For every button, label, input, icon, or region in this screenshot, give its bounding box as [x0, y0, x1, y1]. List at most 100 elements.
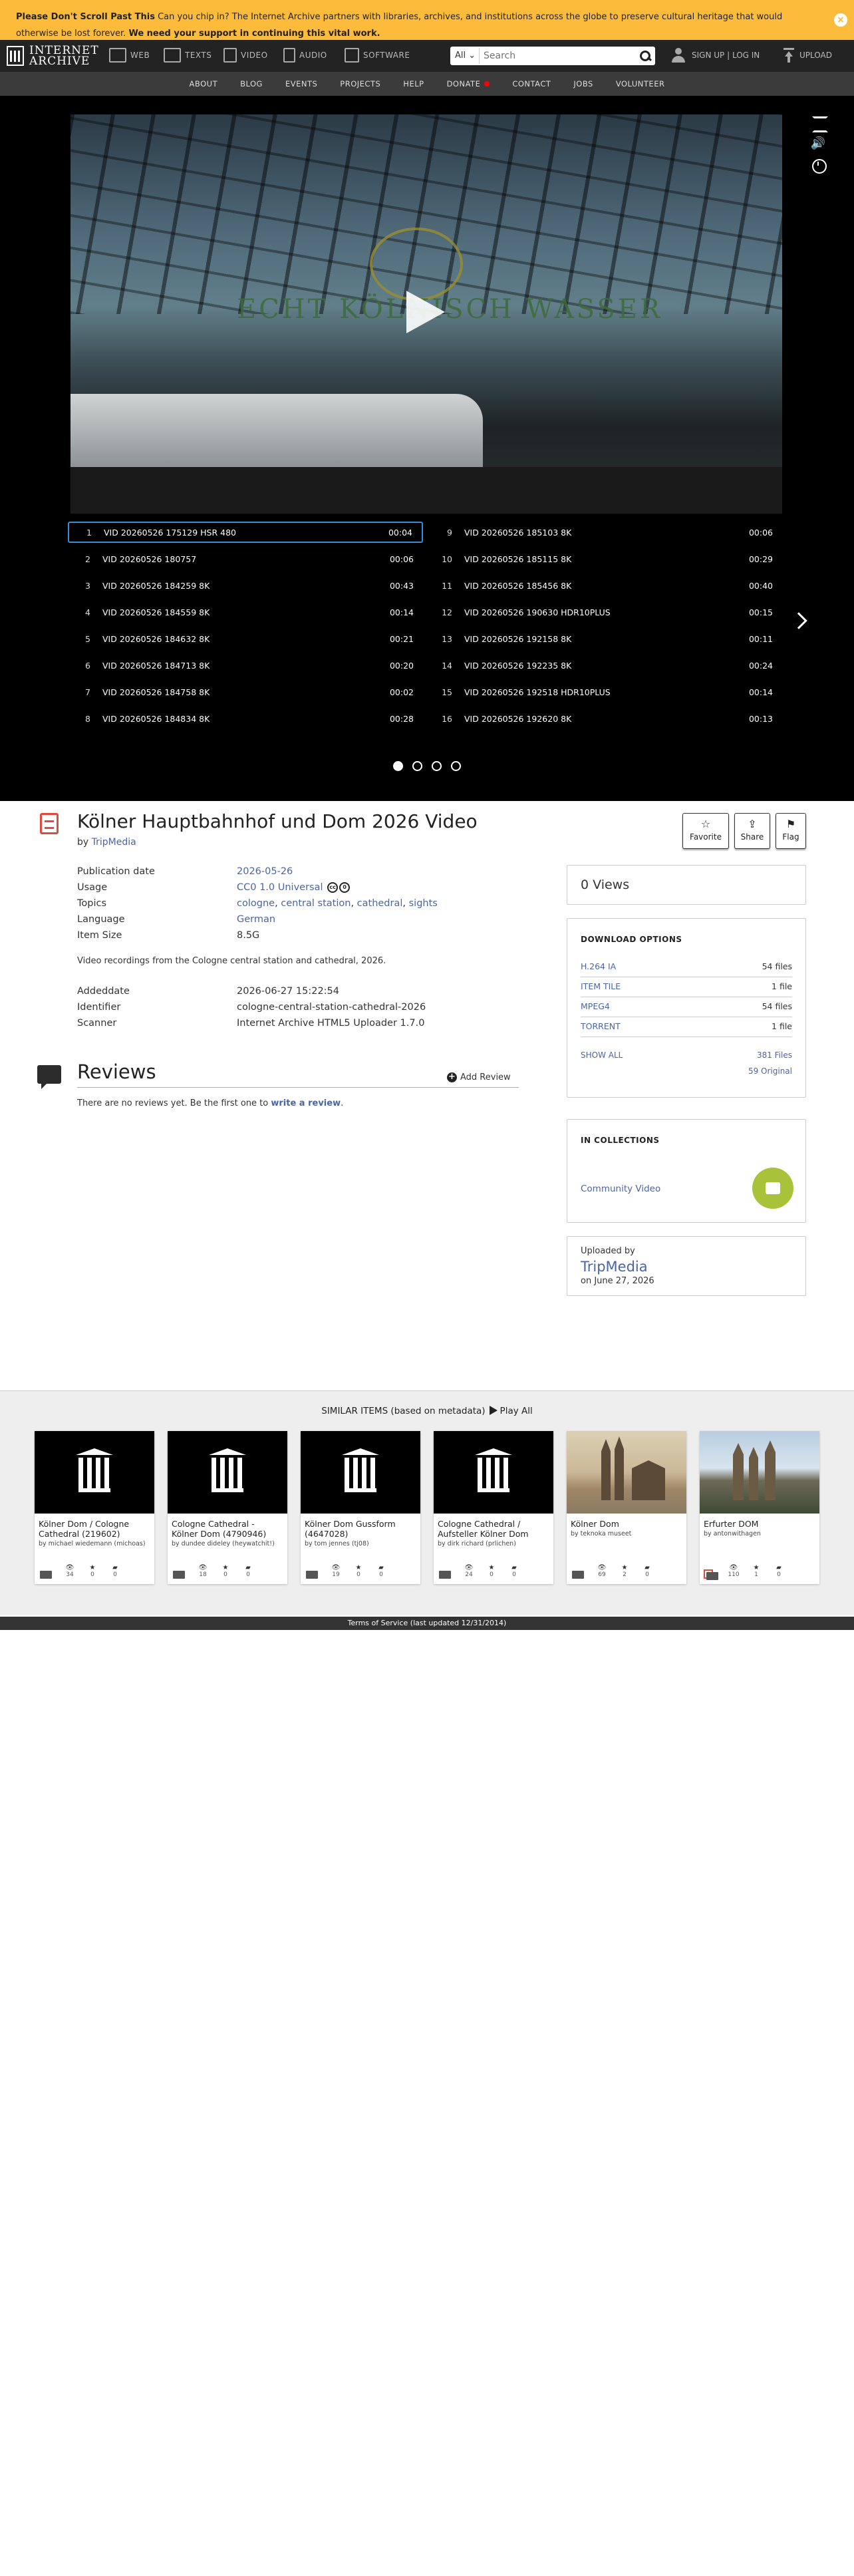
- timestamp-icon[interactable]: [810, 157, 827, 174]
- similar-item-card[interactable]: Cologne Cathedral - Kölner Dom (4790946)…: [168, 1431, 287, 1584]
- subnav-about[interactable]: ABOUT: [178, 79, 229, 88]
- pager-dot[interactable]: [412, 761, 422, 771]
- subnav-volunteer[interactable]: VOLUNTEER: [605, 79, 676, 88]
- card-title: Kölner Dom / Cologne Cathedral (219602): [39, 1519, 130, 1539]
- similar-item-card[interactable]: Kölner Dom Gussform (4647028) by tom jenn…: [301, 1431, 420, 1584]
- similar-item-card[interactable]: Cologne Cathedral / Aufsteller Kölner Do…: [434, 1431, 553, 1584]
- volume-icon[interactable]: 🔊: [810, 136, 826, 152]
- original-files-link[interactable]: 59 Original: [748, 1066, 792, 1076]
- creator-link[interactable]: TripMedia: [92, 837, 136, 848]
- upload-icon: [783, 48, 794, 63]
- playlist-item[interactable]: 4 VID 20260526 184559 8K 00:14: [68, 601, 423, 623]
- search-input[interactable]: [480, 48, 638, 64]
- topic-link[interactable]: sights: [409, 898, 438, 909]
- views-value: 19: [332, 1571, 340, 1578]
- video-frame-platform: [71, 467, 782, 514]
- download-link[interactable]: MPEG4: [581, 997, 610, 1017]
- playlist-item-number: 7: [85, 687, 90, 697]
- nav-web[interactable]: WEB: [109, 48, 150, 63]
- topic-link[interactable]: cathedral: [357, 898, 403, 909]
- write-review-link[interactable]: write a review: [271, 1098, 341, 1108]
- license-link[interactable]: CC0 1.0 Universal: [237, 882, 323, 893]
- close-icon[interactable]: ×: [834, 13, 847, 27]
- footer-terms[interactable]: Terms of Service (last updated 12/31/201…: [0, 1617, 854, 1630]
- download-link[interactable]: TORRENT: [581, 1017, 621, 1037]
- playlist-item[interactable]: 10 VID 20260526 185115 8K 00:29: [430, 548, 782, 569]
- download-count: 54 files: [762, 961, 792, 971]
- subnav-donate[interactable]: DONATE: [436, 79, 501, 88]
- fullscreen-icon[interactable]: [810, 114, 828, 132]
- playlist-item[interactable]: 5 VID 20260526 184632 8K 00:21: [68, 628, 423, 649]
- pager-dot[interactable]: [393, 761, 403, 771]
- play-all-link[interactable]: Play All: [486, 1406, 533, 1416]
- favorites-value: 0: [90, 1571, 94, 1578]
- add-review-button[interactable]: + Add Review: [447, 1072, 511, 1082]
- playlist-item[interactable]: 3 VID 20260526 184259 8K 00:43: [68, 575, 423, 596]
- collection-link[interactable]: Community Video: [581, 1184, 660, 1194]
- playlist-item-duration: 00:43: [389, 580, 414, 591]
- show-all-link[interactable]: SHOW ALL: [581, 1050, 623, 1060]
- pager-dot[interactable]: [432, 761, 442, 771]
- subnav-events[interactable]: EVENTS: [274, 79, 329, 88]
- community-video-icon[interactable]: [752, 1168, 793, 1209]
- playlist-item-number: 15: [442, 687, 452, 697]
- spire-shape: [601, 1439, 611, 1500]
- download-link[interactable]: ITEM TILE: [581, 977, 621, 997]
- star-icon: ★: [89, 1564, 96, 1571]
- playlist-item[interactable]: 15 VID 20260526 192518 HDR10PLUS 00:14: [430, 681, 782, 703]
- nav-audio[interactable]: AUDIO: [283, 48, 327, 63]
- playlist-item[interactable]: 1 VID 20260526 175129 HSR 480 00:04: [68, 522, 423, 543]
- star-icon: ★: [222, 1564, 229, 1571]
- uploader-link[interactable]: TripMedia: [581, 1259, 792, 1275]
- pager-dot[interactable]: [451, 761, 461, 771]
- subnav-blog[interactable]: BLOG: [229, 79, 274, 88]
- chevron-right-icon[interactable]: [790, 612, 807, 629]
- playlist-item[interactable]: 9 VID 20260526 185103 8K 00:06: [430, 522, 782, 543]
- nav-texts[interactable]: TEXTS: [164, 48, 212, 63]
- playlist-pager: [0, 761, 854, 771]
- similar-item-card[interactable]: Kölner Dom / Cologne Cathedral (219602) b…: [35, 1431, 154, 1584]
- playlist-item-number: 6: [85, 660, 90, 671]
- playlist-item[interactable]: 2 VID 20260526 180757 00:06: [68, 548, 423, 569]
- search-icon[interactable]: [638, 49, 652, 63]
- subnav-contact[interactable]: CONTACT: [501, 79, 562, 88]
- subnav-jobs[interactable]: JOBS: [562, 79, 604, 88]
- language-link[interactable]: German: [237, 911, 275, 927]
- plus-icon: +: [447, 1072, 457, 1082]
- playlist-item[interactable]: 12 VID 20260526 190630 HDR10PLUS 00:15: [430, 601, 782, 623]
- playlist-item[interactable]: 6 VID 20260526 184713 8K 00:20: [68, 655, 423, 676]
- views-stat: 👁 24: [458, 1564, 480, 1579]
- favorites-stat: ★ 2: [613, 1564, 636, 1579]
- playlist-item[interactable]: 11 VID 20260526 185456 8K 00:40: [430, 575, 782, 596]
- nav-video[interactable]: VIDEO: [223, 48, 268, 63]
- terms-link[interactable]: Terms of Service (last updated 12/31/201…: [348, 1619, 507, 1627]
- internet-archive-logo[interactable]: INTERNET ARCHIVE: [7, 45, 99, 67]
- similar-item-card[interactable]: Erfurter DOM by antonwithagen 👁 110 ★ 1 ▰ 0: [700, 1431, 819, 1584]
- download-link[interactable]: H.264 IA: [581, 957, 616, 977]
- pubdate-link[interactable]: 2026-05-26: [237, 864, 293, 880]
- video-frame-sign: ECHT KÖLNISCH WASSER: [237, 294, 663, 325]
- signup-login-link[interactable]: SIGN UP | LOG IN: [672, 48, 760, 63]
- similar-item-card[interactable]: Kölner Dom by teknoka museet 👁 69 ★ 2 ▰ 0: [567, 1431, 686, 1584]
- topic-link[interactable]: central station: [281, 898, 351, 909]
- all-files-link[interactable]: 381 Files: [757, 1050, 792, 1060]
- playlist-item[interactable]: 16 VID 20260526 192620 8K 00:13: [430, 708, 782, 729]
- favorites-stat: ★ 0: [214, 1564, 237, 1579]
- subnav-projects[interactable]: PROJECTS: [329, 79, 392, 88]
- share-button[interactable]: ⇪ Share: [734, 813, 770, 849]
- subnav-help[interactable]: HELP: [392, 79, 435, 88]
- play-icon[interactable]: [406, 291, 445, 333]
- video-player[interactable]: ECHT KÖLNISCH WASSER: [71, 114, 782, 514]
- playlist-item[interactable]: 8 VID 20260526 184834 8K 00:28: [68, 708, 423, 729]
- nav-software[interactable]: SOFTWARE: [345, 48, 410, 63]
- film-icon: [223, 48, 237, 63]
- upload-link[interactable]: UPLOAD: [783, 48, 832, 63]
- playlist-item[interactable]: 14 VID 20260526 192235 8K 00:24: [430, 655, 782, 676]
- topic-link[interactable]: cologne: [237, 898, 275, 909]
- playlist-item[interactable]: 7 VID 20260526 184758 8K 00:02: [68, 681, 423, 703]
- playlist-item[interactable]: 13 VID 20260526 192158 8K 00:11: [430, 628, 782, 649]
- flag-button[interactable]: ⚑ Flag: [776, 813, 806, 849]
- card-thumbnail: [434, 1431, 553, 1514]
- search-scope-select[interactable]: All ⌄: [452, 48, 480, 64]
- favorite-button[interactable]: ☆ Favorite: [682, 813, 729, 849]
